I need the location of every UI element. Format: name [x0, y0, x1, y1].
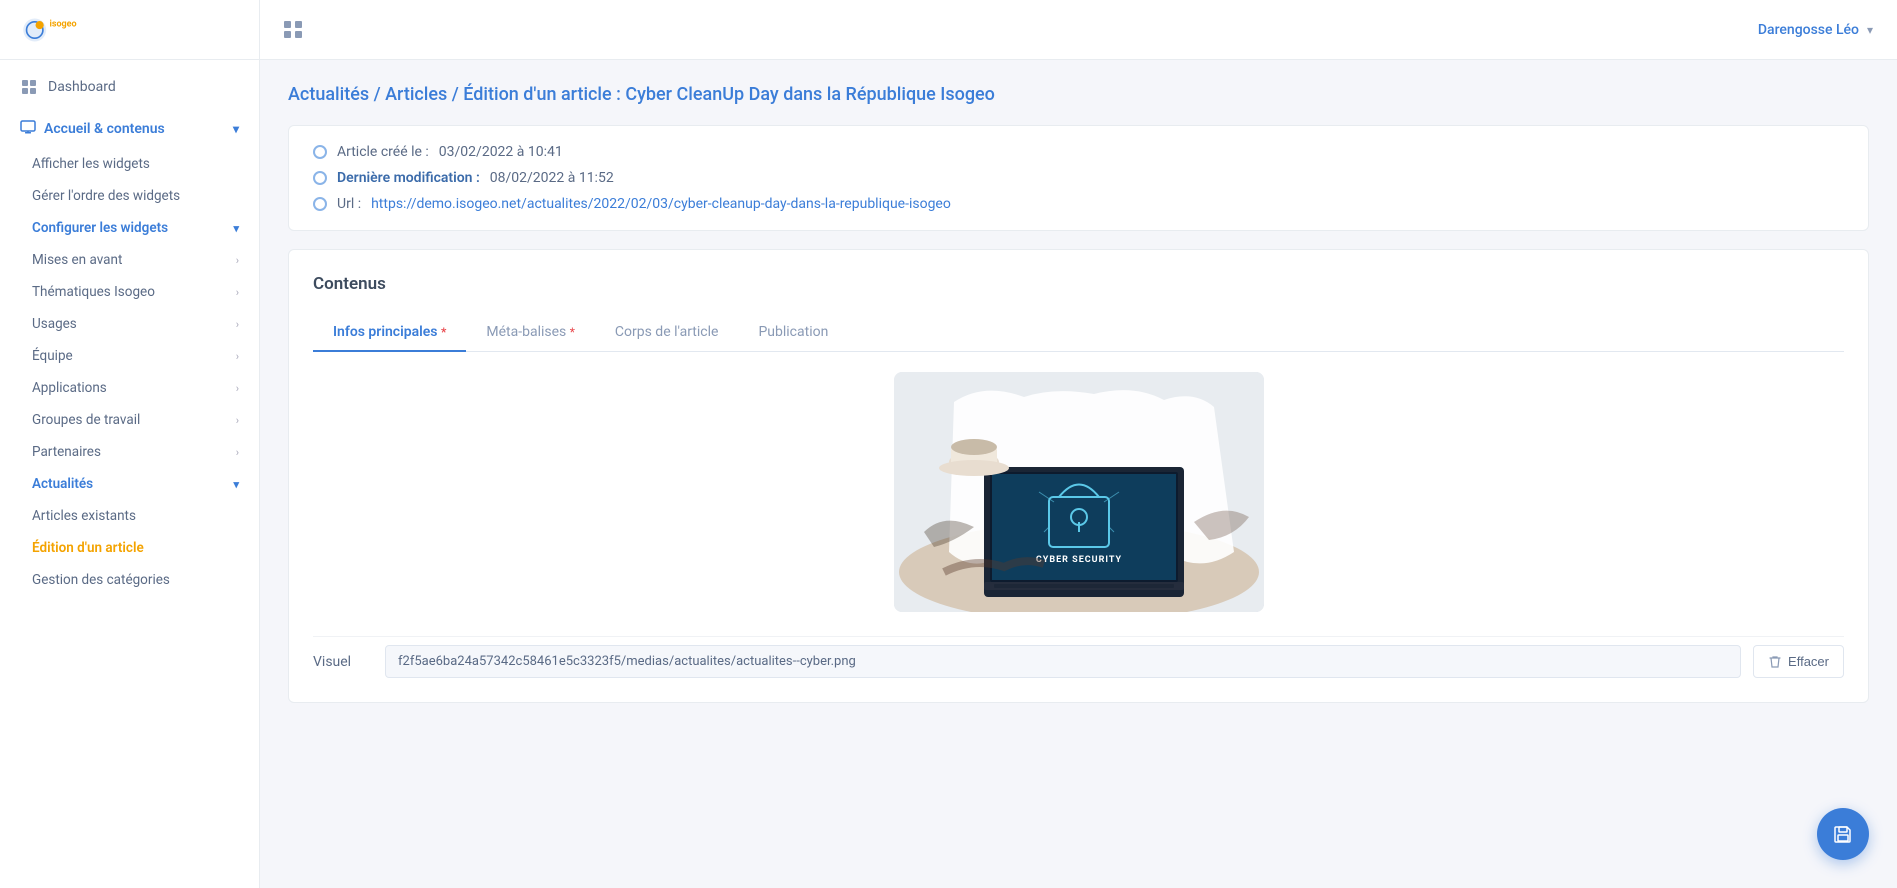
sidebar-item-mises-en-avant[interactable]: Mises en avant ›	[0, 244, 259, 276]
article-image-container: CYBER SECURITY	[313, 372, 1844, 612]
article-url-link[interactable]: https://demo.isogeo.net/actualites/2022/…	[371, 196, 951, 212]
dashboard-icon	[20, 78, 38, 96]
sidebar-item-gerer-widgets[interactable]: Gérer l'ordre des widgets	[0, 180, 259, 212]
visuel-input[interactable]: f2f5ae6ba24a57342c58461e5c3323f5/medias/…	[385, 645, 1741, 678]
created-date: 03/02/2022 à 10:41	[439, 144, 563, 160]
user-chevron-icon[interactable]: ▾	[1867, 23, 1873, 37]
chevron-right-icon: ›	[236, 286, 239, 299]
sidebar-item-actualites[interactable]: Actualités ▾	[0, 468, 259, 500]
effacer-label: Effacer	[1788, 654, 1829, 669]
topbar: Darengosse Léo ▾	[260, 0, 1897, 60]
required-star: *	[441, 325, 446, 339]
created-label: Article créé le :	[337, 144, 429, 160]
chevron-right-icon: ›	[236, 382, 239, 395]
content-card-title: Contenus	[313, 274, 1844, 294]
main-area: Darengosse Léo ▾ Actualités / Articles /…	[260, 0, 1897, 888]
sidebar-item-articles-existants[interactable]: Articles existants	[0, 500, 259, 532]
sidebar-item-configurer-widgets[interactable]: Configurer les widgets ▾	[0, 212, 259, 244]
isogeo-logo: isogeo	[20, 12, 110, 48]
chevron-right-icon: ›	[236, 254, 239, 267]
info-card: Article créé le : 03/02/2022 à 10:41 Der…	[288, 125, 1869, 231]
sidebar-item-dashboard-label: Dashboard	[48, 79, 116, 95]
chevron-down-icon: ▾	[233, 122, 239, 136]
svg-text:isogeo: isogeo	[49, 19, 76, 29]
sidebar-item-dashboard[interactable]: Dashboard	[0, 68, 259, 106]
tab-publication[interactable]: Publication	[738, 314, 848, 352]
save-icon	[1832, 823, 1854, 845]
chevron-right-icon: ›	[236, 318, 239, 331]
topbar-right: Darengosse Léo ▾	[1758, 22, 1873, 38]
monitor-icon	[20, 119, 36, 139]
cyber-image-svg: CYBER SECURITY	[894, 372, 1264, 612]
circle-icon	[313, 171, 327, 185]
chevron-right-icon: ›	[236, 414, 239, 427]
circle-icon	[313, 197, 327, 211]
svg-text:CYBER SECURITY: CYBER SECURITY	[1035, 555, 1121, 565]
sidebar-item-equipe[interactable]: Équipe ›	[0, 340, 259, 372]
tabs-bar: Infos principales * Méta-balises * Corps…	[313, 314, 1844, 352]
sidebar-item-thematiques[interactable]: Thématiques Isogeo ›	[0, 276, 259, 308]
sidebar-item-groupes[interactable]: Groupes de travail ›	[0, 404, 259, 436]
grid-icon[interactable]	[284, 21, 302, 39]
visuel-label: Visuel	[313, 654, 373, 670]
trash-icon	[1768, 655, 1782, 669]
effacer-button[interactable]: Effacer	[1753, 645, 1844, 678]
sidebar-item-partenaires[interactable]: Partenaires ›	[0, 436, 259, 468]
logo-area: isogeo	[0, 0, 259, 60]
nav-section-accueil: Accueil & contenus ▾ Afficher les widget…	[0, 106, 259, 600]
breadcrumb: Actualités / Articles / Édition d'un art…	[288, 84, 1869, 105]
modified-label: Dernière modification :	[337, 170, 480, 186]
sidebar-item-accueil[interactable]: Accueil & contenus ▾	[0, 110, 259, 148]
required-star: *	[570, 325, 575, 339]
tab-meta-balises[interactable]: Méta-balises *	[466, 314, 595, 352]
sidebar-navigation: Dashboard Accueil & contenus ▾ Afficher …	[0, 60, 259, 608]
tab-infos-principales[interactable]: Infos principales *	[313, 314, 466, 352]
circle-icon	[313, 145, 327, 159]
content-card: Contenus Infos principales * Méta-balise…	[288, 249, 1869, 703]
sidebar-item-accueil-label: Accueil & contenus	[44, 121, 165, 137]
chevron-right-icon: ›	[236, 350, 239, 363]
topbar-left	[284, 21, 302, 39]
visuel-row: Visuel f2f5ae6ba24a57342c58461e5c3323f5/…	[313, 636, 1844, 678]
user-name[interactable]: Darengosse Léo	[1758, 22, 1859, 38]
article-image: CYBER SECURITY	[894, 372, 1264, 612]
chevron-right-icon: ›	[236, 446, 239, 459]
chevron-down-icon-actualites: ▾	[233, 478, 239, 491]
chevron-down-icon-configurer: ▾	[233, 222, 239, 235]
info-row-url: Url : https://demo.isogeo.net/actualites…	[313, 196, 1844, 212]
sidebar-item-afficher-widgets[interactable]: Afficher les widgets	[0, 148, 259, 180]
content-area: Actualités / Articles / Édition d'un art…	[260, 60, 1897, 888]
sidebar-item-edition-article[interactable]: Édition d'un article	[0, 532, 259, 564]
modified-date: 08/02/2022 à 11:52	[490, 170, 614, 186]
sidebar-item-usages[interactable]: Usages ›	[0, 308, 259, 340]
tab-corps-article[interactable]: Corps de l'article	[595, 314, 739, 352]
save-fab-button[interactable]	[1817, 808, 1869, 860]
info-row-created: Article créé le : 03/02/2022 à 10:41	[313, 144, 1844, 160]
info-row-modified: Dernière modification : 08/02/2022 à 11:…	[313, 170, 1844, 186]
url-label: Url :	[337, 196, 361, 212]
sidebar: isogeo Dashboard Accueil & contenus ▾ Af…	[0, 0, 260, 888]
sidebar-item-applications[interactable]: Applications ›	[0, 372, 259, 404]
sidebar-item-gestion-categories[interactable]: Gestion des catégories	[0, 564, 259, 596]
